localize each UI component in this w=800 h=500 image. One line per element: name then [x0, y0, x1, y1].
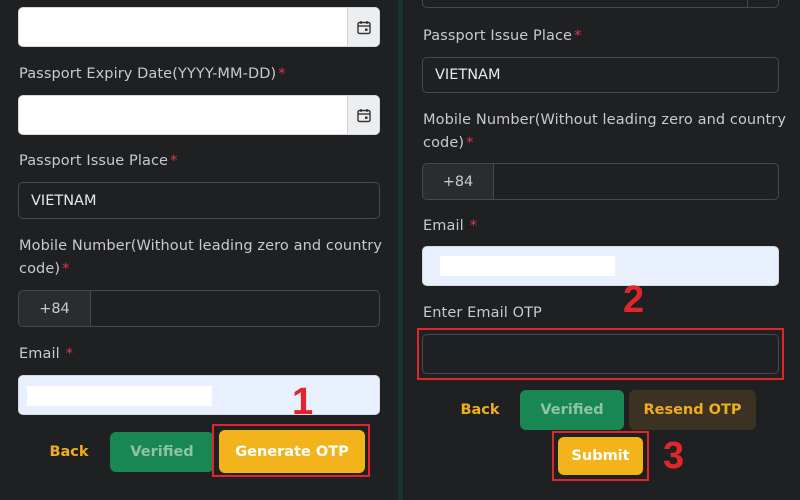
- back-button[interactable]: Back: [40, 433, 98, 471]
- expiry-date-label: Passport Expiry Date(YYYY-MM-DD) *: [19, 66, 286, 82]
- issue-place-field[interactable]: VIETNAM: [422, 57, 779, 93]
- mobile-number-label: Mobile Number(Without leading zero and c…: [423, 112, 787, 151]
- back-button[interactable]: Back: [451, 391, 509, 429]
- field-separator: [747, 0, 748, 7]
- mobile-number-input[interactable]: [493, 163, 779, 200]
- email-input[interactable]: [18, 375, 380, 415]
- calendar-button[interactable]: [347, 8, 379, 46]
- calendar-icon: [356, 108, 371, 122]
- country-code-prefix: +84: [422, 163, 494, 200]
- verified-button[interactable]: Verified: [520, 390, 624, 430]
- highlight-otp-input: [417, 328, 784, 380]
- email-input[interactable]: [422, 246, 779, 286]
- left-panel: Passport Expiry Date(YYYY-MM-DD) * Passpo…: [0, 0, 398, 500]
- cut-off-field[interactable]: [422, 0, 779, 8]
- email-label: Email *: [19, 346, 74, 362]
- highlight-generate-otp: [212, 424, 370, 477]
- issue-place-value: VIETNAM: [31, 192, 97, 209]
- issue-place-value: VIETNAM: [435, 67, 501, 83]
- redacted-email: [27, 386, 212, 406]
- email-label: Email *: [423, 218, 478, 234]
- mobile-number-label: Mobile Number(Without leading zero and c…: [19, 238, 383, 277]
- passport-date-field[interactable]: [18, 7, 380, 47]
- highlight-submit: [552, 431, 649, 481]
- issue-place-label: Passport Issue Place *: [423, 28, 582, 44]
- mobile-number-input[interactable]: [90, 290, 380, 327]
- resend-otp-button[interactable]: Resend OTP: [629, 390, 756, 430]
- country-code-prefix: +84: [18, 290, 91, 327]
- issue-place-field[interactable]: VIETNAM: [18, 182, 380, 219]
- expiry-date-field[interactable]: [18, 95, 380, 135]
- step-number-2: 2: [623, 279, 645, 321]
- calendar-icon: [356, 20, 371, 34]
- verified-button[interactable]: Verified: [110, 432, 214, 472]
- otp-label: Enter Email OTP: [423, 305, 542, 321]
- calendar-button[interactable]: [347, 96, 379, 134]
- issue-place-label: Passport Issue Place *: [19, 153, 178, 169]
- step-number-3: 3: [663, 435, 685, 477]
- right-panel: Passport Issue Place * VIETNAM Mobile Num…: [403, 0, 800, 500]
- step-number-1: 1: [292, 381, 314, 423]
- redacted-email: [440, 256, 615, 276]
